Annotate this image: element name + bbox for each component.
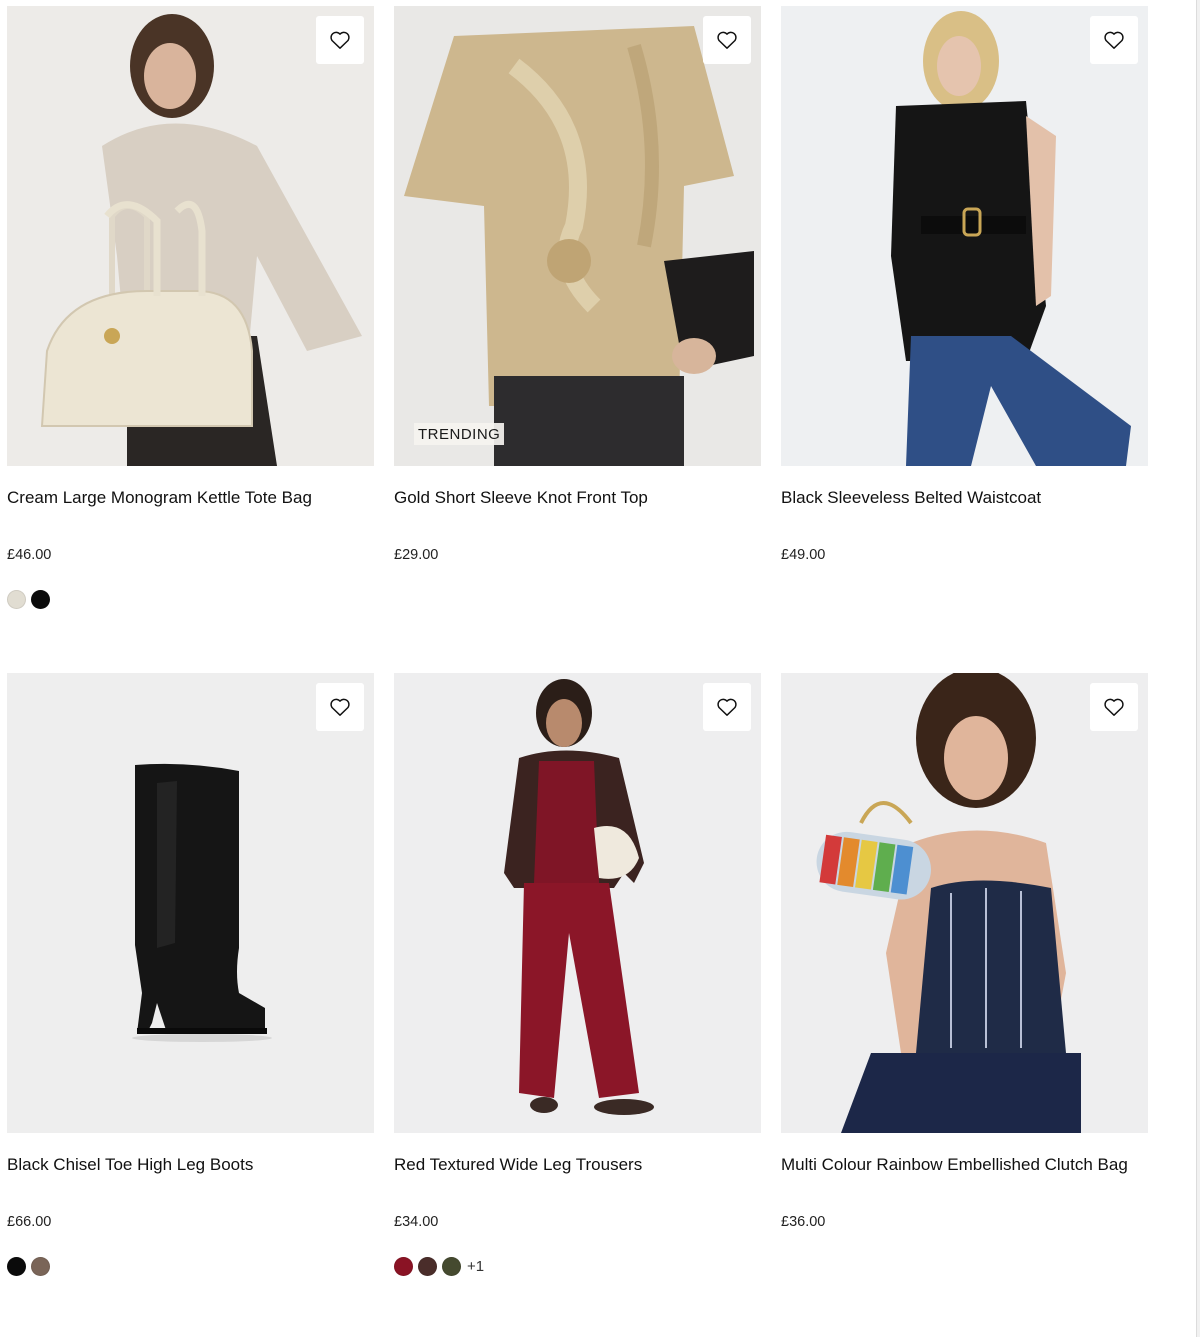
product-image[interactable] (781, 6, 1148, 466)
heart-outline-icon (717, 31, 737, 49)
product-card[interactable]: Cream Large Monogram Kettle Tote Bag £46… (7, 6, 374, 673)
colour-swatch-black[interactable] (7, 1256, 26, 1276)
wishlist-button[interactable] (703, 16, 751, 64)
product-title[interactable]: Multi Colour Rainbow Embellished Clutch … (781, 1154, 1128, 1176)
product-image[interactable] (7, 673, 374, 1133)
product-price: £36.00 (781, 1214, 826, 1230)
colour-swatch-cream[interactable] (7, 589, 26, 609)
colour-swatches (7, 589, 50, 609)
wishlist-button[interactable] (703, 683, 751, 731)
colour-swatch-black[interactable] (31, 589, 50, 609)
product-image[interactable] (394, 673, 761, 1133)
product-photo-clutch-bag (781, 673, 1148, 1133)
product-listing-page: Cream Large Monogram Kettle Tote Bag £46… (0, 0, 1200, 1337)
product-photo-tote-bag (7, 6, 374, 466)
product-image[interactable]: TRENDING (394, 6, 761, 466)
product-photo-waistcoat (781, 6, 1148, 466)
heart-outline-icon (330, 698, 350, 716)
colour-swatches: +1 (394, 1256, 484, 1276)
product-card[interactable]: Black Chisel Toe High Leg Boots £66.00 (7, 673, 374, 1337)
heart-outline-icon (1104, 31, 1124, 49)
product-card[interactable]: Red Textured Wide Leg Trousers £34.00 +1 (394, 673, 761, 1337)
product-card[interactable]: Multi Colour Rainbow Embellished Clutch … (781, 673, 1148, 1337)
product-title[interactable]: Black Sleeveless Belted Waistcoat (781, 487, 1041, 509)
product-grid: Cream Large Monogram Kettle Tote Bag £46… (7, 6, 1148, 1337)
colour-swatches (7, 1256, 50, 1276)
scrollbar-track[interactable] (1196, 0, 1200, 1337)
wishlist-button[interactable] (316, 16, 364, 64)
colour-swatch-brown[interactable] (418, 1256, 437, 1276)
product-image[interactable] (781, 673, 1148, 1133)
product-title[interactable]: Black Chisel Toe High Leg Boots (7, 1154, 253, 1176)
more-colours-count[interactable]: +1 (467, 1258, 484, 1275)
colour-swatch-brown[interactable] (31, 1256, 50, 1276)
wishlist-button[interactable] (1090, 683, 1138, 731)
product-price: £46.00 (7, 547, 52, 563)
product-price: £66.00 (7, 1214, 52, 1230)
product-photo-gold-top (394, 6, 761, 466)
trending-badge: TRENDING (414, 423, 505, 445)
product-price: £34.00 (394, 1214, 439, 1230)
wishlist-button[interactable] (1090, 16, 1138, 64)
product-title[interactable]: Gold Short Sleeve Knot Front Top (394, 487, 648, 509)
product-image[interactable] (7, 6, 374, 466)
wishlist-button[interactable] (316, 683, 364, 731)
heart-outline-icon (717, 698, 737, 716)
product-price: £29.00 (394, 547, 439, 563)
product-photo-boots (7, 673, 374, 1133)
heart-outline-icon (1104, 698, 1124, 716)
product-title[interactable]: Red Textured Wide Leg Trousers (394, 1154, 642, 1176)
product-card[interactable]: Black Sleeveless Belted Waistcoat £49.00 (781, 6, 1148, 673)
product-card[interactable]: TRENDING Gold Short Sleeve Knot Front To… (394, 6, 761, 673)
product-photo-red-trousers (394, 673, 761, 1133)
colour-swatch-red[interactable] (394, 1256, 413, 1276)
product-price: £49.00 (781, 547, 826, 563)
colour-swatch-khaki[interactable] (442, 1256, 461, 1276)
heart-outline-icon (330, 31, 350, 49)
product-title[interactable]: Cream Large Monogram Kettle Tote Bag (7, 487, 312, 509)
